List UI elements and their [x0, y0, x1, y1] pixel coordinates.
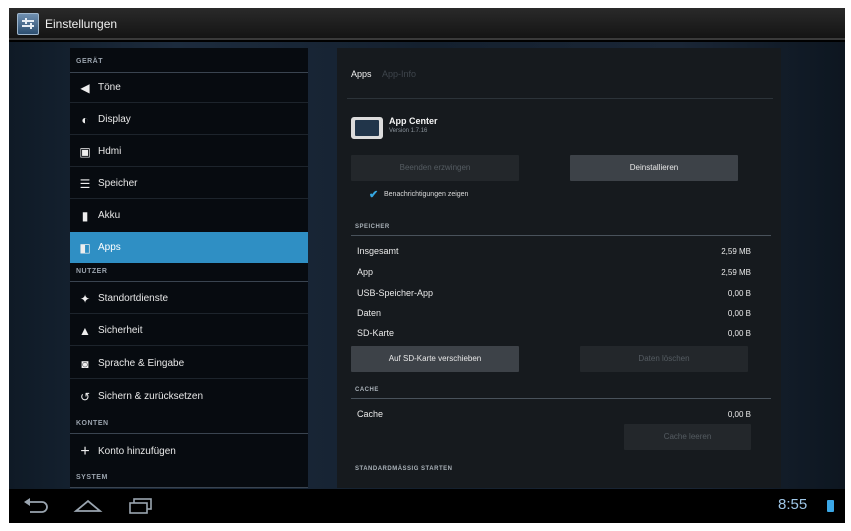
location-icon: ✦: [79, 292, 91, 306]
sidebar-item-standortdienste[interactable]: ✦ Standortdienste: [70, 283, 308, 314]
move-to-sd-button[interactable]: Auf SD-Karte verschieben: [351, 346, 519, 372]
action-bar: Einstellungen: [9, 8, 845, 40]
storage-divider: [351, 235, 771, 236]
section-header-user: NUTZER: [76, 268, 108, 275]
storage-row-value: 0,00 B: [727, 309, 751, 318]
plus-icon: +: [80, 443, 90, 460]
section-divider: [70, 281, 308, 282]
storage-row-label: App: [357, 267, 374, 277]
uninstall-button[interactable]: Deinstallieren: [570, 155, 738, 181]
app-info-panel: Apps App-Info App Center Version 1.7.16 …: [337, 48, 781, 488]
back-icon[interactable]: [22, 497, 50, 515]
section-divider: [70, 433, 308, 434]
sidebar-item-label: Speicher: [98, 178, 138, 189]
storage-row-label: SD-Karte: [357, 328, 395, 338]
sidebar-item-toene[interactable]: ◀ Töne: [70, 72, 308, 103]
brightness-icon: ◐: [81, 113, 89, 127]
tablet-screen: Einstellungen GERÄT ◀ Töne ◐ Display ▣ H…: [9, 8, 845, 523]
app-icon-screen: [355, 120, 379, 136]
clear-data-button[interactable]: Daten löschen: [580, 346, 748, 372]
cache-divider: [351, 398, 771, 399]
keyboard-icon: ◙: [81, 357, 89, 371]
item-divider: [70, 166, 308, 167]
breadcrumb-app-info: App-Info: [382, 69, 417, 79]
monitor-icon: ▣: [79, 145, 91, 159]
restore-icon: ↺: [79, 390, 91, 404]
sidebar-item-label: Hdmi: [98, 146, 122, 157]
battery-status-icon[interactable]: [827, 500, 834, 512]
item-divider: [70, 198, 308, 199]
notifications-label: Benachrichtigungen zeigen: [384, 191, 469, 198]
sidebar-item-label: Sicherheit: [98, 325, 143, 336]
storage-row-label: Daten: [357, 308, 382, 318]
storage-row-value: 2,59 MB: [721, 247, 751, 256]
notifications-checkbox[interactable]: ✔: [369, 189, 381, 201]
clear-cache-button[interactable]: Cache leeren: [624, 424, 751, 450]
sidebar-item-hdmi[interactable]: ▣ Hdmi: [70, 136, 308, 167]
section-header-device: GERÄT: [76, 58, 103, 65]
breadcrumb-divider: [347, 98, 773, 99]
section-header-system: SYSTEM: [76, 474, 108, 481]
storage-row-label: USB-Speicher-App: [357, 288, 434, 298]
item-divider: [70, 102, 308, 103]
sidebar-item-sichern[interactable]: ↺ Sichern & zurücksetzen: [70, 381, 308, 412]
storage-header: SPEICHER: [355, 224, 390, 230]
window-title: Einstellungen: [45, 17, 118, 31]
section-divider: [70, 487, 308, 488]
storage-row-value: 0,00 B: [727, 329, 751, 338]
clock[interactable]: 8:55: [778, 496, 807, 513]
app-center-icon: [351, 117, 383, 139]
settings-sidebar: GERÄT ◀ Töne ◐ Display ▣ Hdmi ☰ Speicher…: [70, 48, 308, 488]
sidebar-item-apps[interactable]: ◧ Apps: [70, 232, 308, 263]
cache-header: CACHE: [355, 387, 379, 393]
lock-icon: ▲: [79, 324, 91, 338]
sidebar-item-sprache[interactable]: ◙ Sprache & Eingabe: [70, 348, 308, 379]
sidebar-item-konto-hinzufuegen[interactable]: + Konto hinzufügen: [70, 436, 308, 467]
item-divider: [70, 345, 308, 346]
sidebar-item-label: Apps: [98, 242, 121, 253]
sidebar-item-akku[interactable]: ▮ Akku: [70, 200, 308, 231]
item-divider: [70, 378, 308, 379]
sidebar-item-sicherheit[interactable]: ▲ Sicherheit: [70, 315, 308, 346]
sidebar-item-label: Konto hinzufügen: [98, 446, 176, 457]
storage-row-value: 0,00 B: [727, 289, 751, 298]
home-icon[interactable]: [73, 497, 103, 515]
sidebar-item-speicher[interactable]: ☰ Speicher: [70, 168, 308, 199]
settings-app-icon[interactable]: [17, 13, 39, 35]
apps-icon: ◧: [79, 241, 91, 255]
storage-row-label: Insgesamt: [357, 246, 399, 256]
battery-icon: ▮: [81, 209, 89, 223]
storage-icon: ☰: [79, 177, 91, 191]
breadcrumb-apps[interactable]: Apps: [351, 69, 372, 79]
force-stop-button[interactable]: Beenden erzwingen: [351, 155, 519, 181]
cache-row-label: Cache: [357, 409, 384, 419]
speaker-icon: ◀: [80, 81, 90, 95]
sidebar-item-label: Töne: [98, 82, 121, 93]
item-divider: [70, 134, 308, 135]
item-divider: [70, 313, 308, 314]
app-version: Version 1.7.16: [389, 128, 428, 134]
launch-by-default-header: STANDARDMÄSSIG STARTEN: [355, 466, 453, 472]
app-name: App Center: [389, 116, 438, 126]
cache-row-value: 0,00 B: [727, 410, 751, 419]
sidebar-item-label: Standortdienste: [98, 293, 169, 304]
sidebar-item-label: Akku: [98, 210, 121, 221]
storage-row-value: 2,59 MB: [721, 268, 751, 277]
system-navigation-bar: 8:55: [9, 489, 845, 523]
sidebar-item-label: Sichern & zurücksetzen: [98, 391, 204, 402]
sidebar-item-label: Display: [98, 114, 131, 125]
sidebar-item-label: Sprache & Eingabe: [98, 358, 185, 369]
section-header-accounts: KONTEN: [76, 420, 109, 427]
sidebar-item-display[interactable]: ◐ Display: [70, 104, 308, 135]
recent-apps-icon[interactable]: [127, 497, 155, 515]
